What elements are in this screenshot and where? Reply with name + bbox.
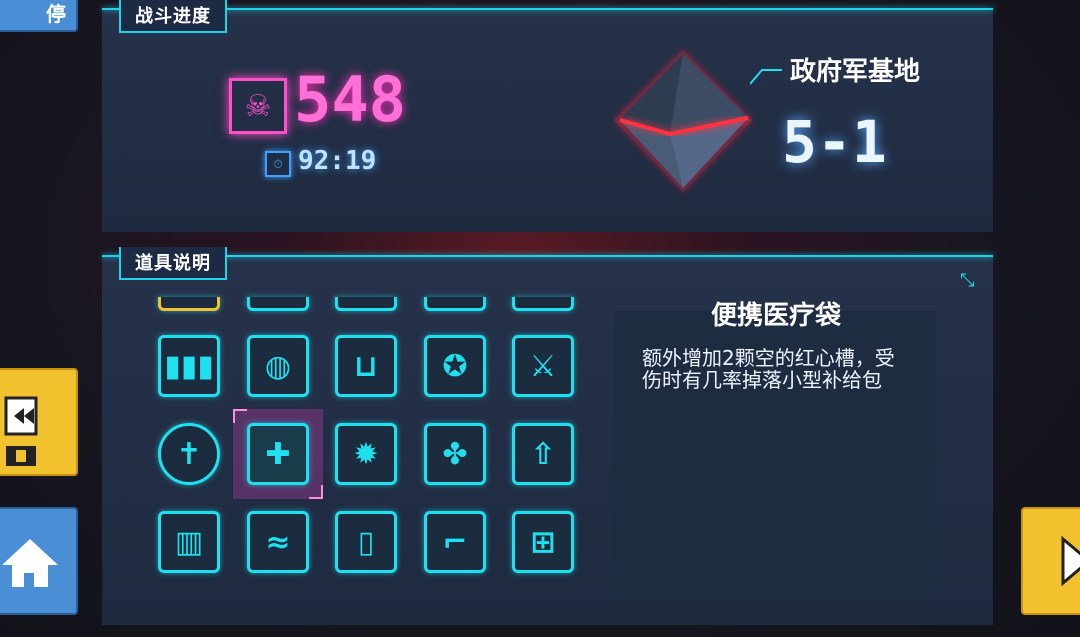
battle-progress-panel: 战斗进度 ☠ 548 ⏱ 92:19 政府军基地 5-1	[102, 0, 993, 232]
bone-icon[interactable]: ✤	[424, 423, 486, 485]
item-title: 便携医疗袋	[710, 301, 841, 331]
continue-button[interactable]	[1021, 507, 1080, 615]
item-slot-partial[interactable]	[335, 297, 397, 311]
stage-number: 5-1	[782, 108, 887, 176]
pillar-icon[interactable]: ▯	[335, 511, 397, 573]
arrow-plus-icon[interactable]: ⇧	[512, 423, 574, 485]
net-ball-icon[interactable]: ◍	[247, 335, 309, 397]
home-icon	[2, 539, 58, 587]
battle-progress-tab: 战斗进度	[119, 0, 227, 33]
medkit-bag-icon[interactable]: ✚	[247, 423, 309, 485]
fence-icon[interactable]: ▥	[158, 511, 220, 573]
pause-button[interactable]: 停	[0, 0, 78, 32]
compass-icon[interactable]: ✪	[424, 335, 486, 397]
boot-icon[interactable]: ⌐	[424, 511, 486, 573]
kill-count: 548	[294, 63, 406, 136]
timer-icon: ⏱	[265, 151, 291, 177]
item-description-panel: 道具说明 ⤡ ▮▮▮ ◍ ⊔ ✪ ⚔ ✝ ✚ ✹ ✤ ⇧ ▥ ≈ ▯ ⌐ ⊞ 额…	[102, 247, 993, 625]
item-slot-partial[interactable]	[158, 297, 220, 311]
panel-divider	[102, 8, 993, 10]
sword-strike-icon[interactable]: ⚔	[512, 335, 574, 397]
item-slot-partial[interactable]	[512, 297, 574, 311]
location-pointer-line	[750, 69, 782, 85]
item-slot-partial[interactable]	[424, 297, 486, 311]
toolbox-icon[interactable]: ⊞	[512, 511, 574, 573]
item-description-tab: 道具说明	[119, 247, 227, 280]
wave-icon[interactable]: ≈	[247, 511, 309, 573]
pause-button-label: 停	[46, 2, 66, 26]
explosion-icon[interactable]: ✹	[335, 423, 397, 485]
item-slot-partial[interactable]	[247, 297, 309, 311]
rewind-film-icon	[4, 396, 38, 466]
replay-button[interactable]	[0, 368, 78, 476]
cross-shield-icon[interactable]: ✝	[158, 423, 220, 485]
elapsed-time: 92:19	[298, 146, 377, 176]
bullets-icon[interactable]: ▮▮▮	[158, 335, 220, 397]
play-arrow-icon	[1061, 535, 1080, 587]
home-button[interactable]	[0, 507, 78, 615]
panel-divider	[102, 255, 993, 257]
expand-icon[interactable]: ⤡	[960, 270, 982, 292]
location-name: 政府军基地	[790, 57, 921, 87]
magnet-icon[interactable]: ⊔	[335, 335, 397, 397]
item-description-box: 额外增加2颗空的红心槽，受伤时有几率掉落小型补给包	[614, 311, 936, 597]
crystal-icon	[614, 50, 752, 192]
item-description-text: 额外增加2颗空的红心槽，受伤时有几率掉落小型补给包	[642, 346, 895, 392]
kill-skull-icon: ☠	[229, 78, 287, 134]
